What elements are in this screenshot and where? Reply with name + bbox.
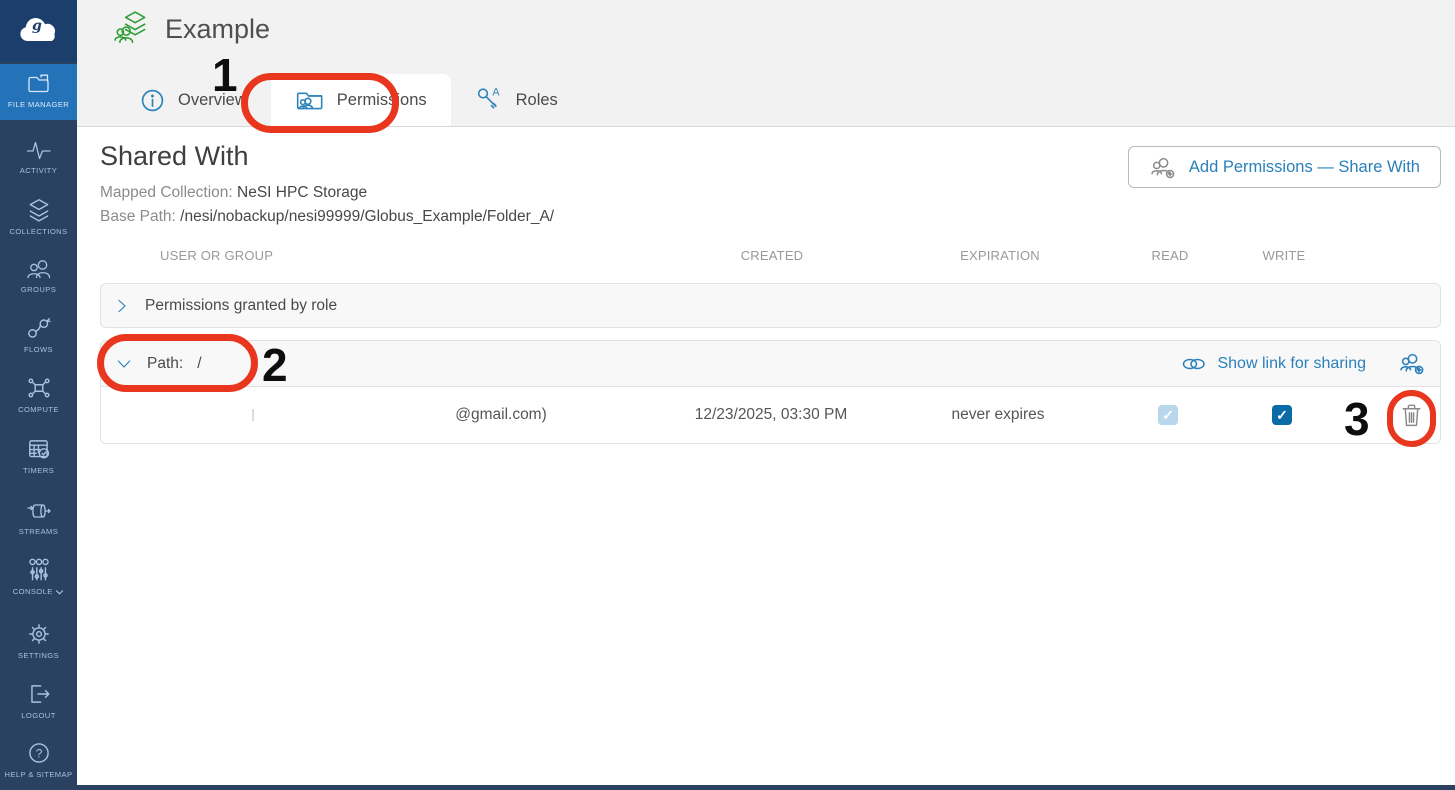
permission-table-row: @gmail.com) 12/23/2025, 03:30 PM never e… bbox=[101, 387, 1440, 443]
sidebar-item-settings[interactable]: SETTINGS bbox=[0, 621, 77, 660]
svg-text:A: A bbox=[492, 87, 500, 99]
sidebar-item-help[interactable]: ? HELP & SITEMAP bbox=[0, 740, 77, 779]
chevron-down-icon bbox=[55, 589, 64, 596]
role-row-label: Permissions granted by role bbox=[145, 297, 337, 315]
tab-bar: Overview Permissions A bbox=[115, 74, 582, 126]
column-header-expiration: EXPIRATION bbox=[940, 248, 1060, 263]
sidebar-item-groups[interactable]: GROUPS bbox=[0, 257, 77, 294]
sidebar-item-label: COMPUTE bbox=[0, 405, 77, 414]
sidebar-item-label: ACTIVITY bbox=[0, 166, 77, 175]
collections-icon bbox=[26, 197, 52, 223]
column-header-read: READ bbox=[1140, 248, 1200, 263]
show-link-label: Show link for sharing bbox=[1217, 355, 1366, 373]
add-people-icon bbox=[1398, 351, 1426, 376]
column-header-write: WRITE bbox=[1254, 248, 1314, 263]
sidebar-item-label: TIMERS bbox=[0, 466, 77, 475]
groups-icon bbox=[25, 257, 53, 281]
sidebar-item-label: STREAMS bbox=[0, 527, 77, 536]
streams-icon bbox=[25, 499, 53, 523]
mapped-collection-label: Mapped Collection: bbox=[100, 184, 233, 201]
sidebar-item-label: GROUPS bbox=[0, 285, 77, 294]
sidebar-item-console[interactable]: CONSOLE bbox=[0, 557, 77, 596]
info-icon bbox=[139, 87, 166, 114]
trash-icon bbox=[1399, 402, 1424, 429]
sidebar-item-label: COLLECTIONS bbox=[0, 227, 77, 236]
sidebar-item-logout[interactable]: LOGOUT bbox=[0, 681, 77, 720]
base-path-line: Base Path: /nesi/nobackup/nesi99999/Glob… bbox=[100, 208, 554, 226]
footer-bar bbox=[0, 785, 1455, 790]
write-checkbox[interactable] bbox=[1272, 405, 1292, 425]
svg-text:?: ? bbox=[35, 746, 42, 760]
chevron-down-icon bbox=[115, 355, 133, 373]
tab-roles[interactable]: A Roles bbox=[451, 74, 582, 126]
sidebar-item-label: FLOWS bbox=[0, 345, 77, 354]
flows-icon bbox=[26, 315, 52, 341]
read-checkbox[interactable] bbox=[1158, 405, 1178, 425]
page-header: Example Overview bbox=[77, 0, 1455, 127]
add-people-icon bbox=[1149, 155, 1177, 180]
base-path-value: /nesi/nobackup/nesi99999/Globus_Example/… bbox=[180, 208, 554, 225]
delete-permission-button[interactable] bbox=[1391, 387, 1431, 443]
mapped-collection-value: NeSI HPC Storage bbox=[237, 184, 367, 201]
path-label: Path: bbox=[147, 355, 183, 373]
sidebar-item-file-manager[interactable]: FILE MANAGER bbox=[0, 64, 77, 120]
base-path-label: Base Path: bbox=[100, 208, 176, 225]
chevron-right-icon bbox=[113, 297, 131, 315]
add-permissions-label: Add Permissions — Share With bbox=[1189, 158, 1420, 177]
column-header-user-or-group: USER OR GROUP bbox=[160, 248, 273, 263]
compute-icon bbox=[25, 375, 53, 401]
sidebar-item-label: SETTINGS bbox=[0, 651, 77, 660]
permissions-folder-icon bbox=[295, 87, 325, 113]
console-icon bbox=[25, 557, 53, 583]
add-permission-path-button[interactable] bbox=[1398, 351, 1426, 376]
tab-label: Roles bbox=[516, 91, 558, 110]
sidebar-item-label: FILE MANAGER bbox=[0, 100, 77, 109]
page-title: Example bbox=[165, 14, 270, 45]
sidebar-item-collections[interactable]: COLLECTIONS bbox=[0, 197, 77, 236]
permission-user: @gmail.com) bbox=[251, 387, 751, 443]
help-icon: ? bbox=[26, 740, 52, 766]
role-permissions-row[interactable]: Permissions granted by role bbox=[100, 283, 1441, 328]
path-value: / bbox=[197, 355, 201, 373]
timers-icon bbox=[26, 436, 52, 462]
guest-collection-icon bbox=[113, 10, 151, 48]
gear-icon bbox=[26, 621, 52, 647]
link-icon bbox=[1181, 355, 1207, 373]
logout-icon bbox=[26, 681, 52, 707]
globus-app: g FILE MANAGER ACTIVITY COLLECTIONS bbox=[0, 0, 1455, 790]
globus-logo[interactable]: g bbox=[0, 0, 77, 62]
sidebar-item-streams[interactable]: STREAMS bbox=[0, 499, 77, 536]
sidebar: g FILE MANAGER ACTIVITY COLLECTIONS bbox=[0, 0, 77, 790]
permission-expiration: never expires bbox=[933, 387, 1063, 443]
sidebar-item-compute[interactable]: COMPUTE bbox=[0, 375, 77, 414]
sidebar-item-activity[interactable]: ACTIVITY bbox=[0, 138, 77, 175]
tab-label: Permissions bbox=[337, 91, 427, 110]
show-link-for-sharing[interactable]: Show link for sharing bbox=[1181, 355, 1366, 373]
key-icon: A bbox=[475, 86, 504, 114]
add-permissions-button[interactable]: Add Permissions — Share With bbox=[1128, 146, 1441, 188]
tab-overview[interactable]: Overview bbox=[115, 74, 271, 126]
mapped-collection-line: Mapped Collection: NeSI HPC Storage bbox=[100, 184, 367, 202]
tab-permissions[interactable]: Permissions bbox=[271, 74, 451, 126]
sidebar-item-flows[interactable]: FLOWS bbox=[0, 315, 77, 354]
path-header-row[interactable]: Path: / Show link for sharing bbox=[101, 341, 1440, 387]
tab-label: Overview bbox=[178, 91, 247, 110]
svg-text:g: g bbox=[32, 18, 42, 34]
globus-cloud-icon: g bbox=[16, 15, 62, 47]
sidebar-item-label: HELP & SITEMAP bbox=[0, 770, 77, 779]
shared-with-heading: Shared With bbox=[100, 141, 249, 172]
sidebar-item-timers[interactable]: TIMERS bbox=[0, 436, 77, 475]
sidebar-item-label: CONSOLE bbox=[0, 587, 77, 596]
sidebar-item-label: LOGOUT bbox=[0, 711, 77, 720]
activity-icon bbox=[26, 138, 52, 162]
column-header-created: CREATED bbox=[692, 248, 852, 263]
permission-created: 12/23/2025, 03:30 PM bbox=[686, 387, 856, 443]
path-section: Path: / Show link for sharing bbox=[100, 340, 1441, 444]
main-content: Shared With Add Permissions — Share With… bbox=[77, 128, 1455, 785]
folder-icon bbox=[26, 72, 52, 96]
